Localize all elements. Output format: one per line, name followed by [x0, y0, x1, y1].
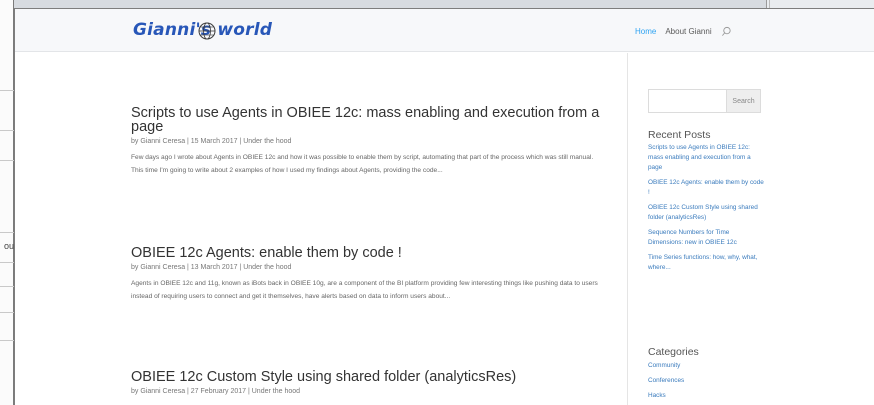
- recent-posts-list: Scripts to use Agents in OBIEE 12c: mass…: [648, 143, 766, 278]
- post-meta: by Gianni Ceresa | 27 February 2017 | Un…: [131, 388, 301, 395]
- globe-icon: [198, 22, 216, 40]
- post-title-link[interactable]: Scripts to use Agents in OBIEE 12c: mass…: [131, 106, 601, 135]
- background-divider: [0, 130, 14, 131]
- background-divider: [0, 262, 14, 263]
- site-header: Gianni's world Home About Gianni: [15, 9, 874, 52]
- sidebar-divider: [627, 53, 628, 405]
- background-window-text: ou: [3, 241, 14, 251]
- post-article: OBIEE 12c Agents: enable them by code ! …: [131, 246, 601, 303]
- categories-heading: Categories: [648, 346, 699, 358]
- recent-posts-heading: Recent Posts: [648, 129, 711, 141]
- background-divider: [0, 232, 14, 233]
- main-navigation: Home About Gianni: [635, 26, 732, 37]
- background-divider: [0, 312, 14, 313]
- search-icon[interactable]: [721, 26, 732, 37]
- blog-page: Gianni's world Home About Gianni Scripts…: [14, 8, 874, 405]
- recent-post-link[interactable]: Sequence Numbers for Time Dimensions: ne…: [648, 228, 766, 248]
- categories-list: Community Conferences Hacks: [648, 361, 766, 405]
- recent-post-link[interactable]: OBIEE 12c Custom Style using shared fold…: [648, 203, 766, 223]
- post-title-link[interactable]: OBIEE 12c Agents: enable them by code !: [131, 246, 601, 261]
- recent-post-link[interactable]: Scripts to use Agents in OBIEE 12c: mass…: [648, 143, 766, 173]
- recent-post-link[interactable]: Time Series functions: how, why, what, w…: [648, 253, 766, 273]
- post-meta: by Gianni Ceresa | 15 March 2017 | Under…: [131, 138, 292, 145]
- recent-post-link[interactable]: OBIEE 12c Agents: enable them by code !: [648, 178, 766, 198]
- category-link[interactable]: Hacks: [648, 391, 766, 401]
- sidebar-search-button[interactable]: Search: [726, 90, 760, 112]
- background-divider: [0, 90, 14, 91]
- post-meta: by Gianni Ceresa | 13 March 2017 | Under…: [131, 264, 292, 271]
- nav-home-link[interactable]: Home: [635, 27, 656, 36]
- background-divider: [0, 340, 14, 341]
- post-title-link[interactable]: OBIEE 12c Custom Style using shared fold…: [131, 370, 601, 385]
- sidebar-search-input[interactable]: [649, 90, 727, 112]
- background-window-left: ou: [0, 0, 14, 405]
- background-divider: [0, 160, 14, 161]
- post-excerpt: Agents in OBIEE 12c and 11g, known as iB…: [131, 280, 598, 300]
- background-divider: [0, 286, 14, 287]
- post-article: OBIEE 12c Custom Style using shared fold…: [131, 370, 601, 395]
- sidebar-search-form: Search: [648, 89, 761, 113]
- category-link[interactable]: Community: [648, 361, 766, 371]
- post-excerpt: Few days ago I wrote about Agents in OBI…: [131, 154, 594, 174]
- category-link[interactable]: Conferences: [648, 376, 766, 386]
- post-article: Scripts to use Agents in OBIEE 12c: mass…: [131, 106, 601, 177]
- nav-about-link[interactable]: About Gianni: [665, 27, 711, 36]
